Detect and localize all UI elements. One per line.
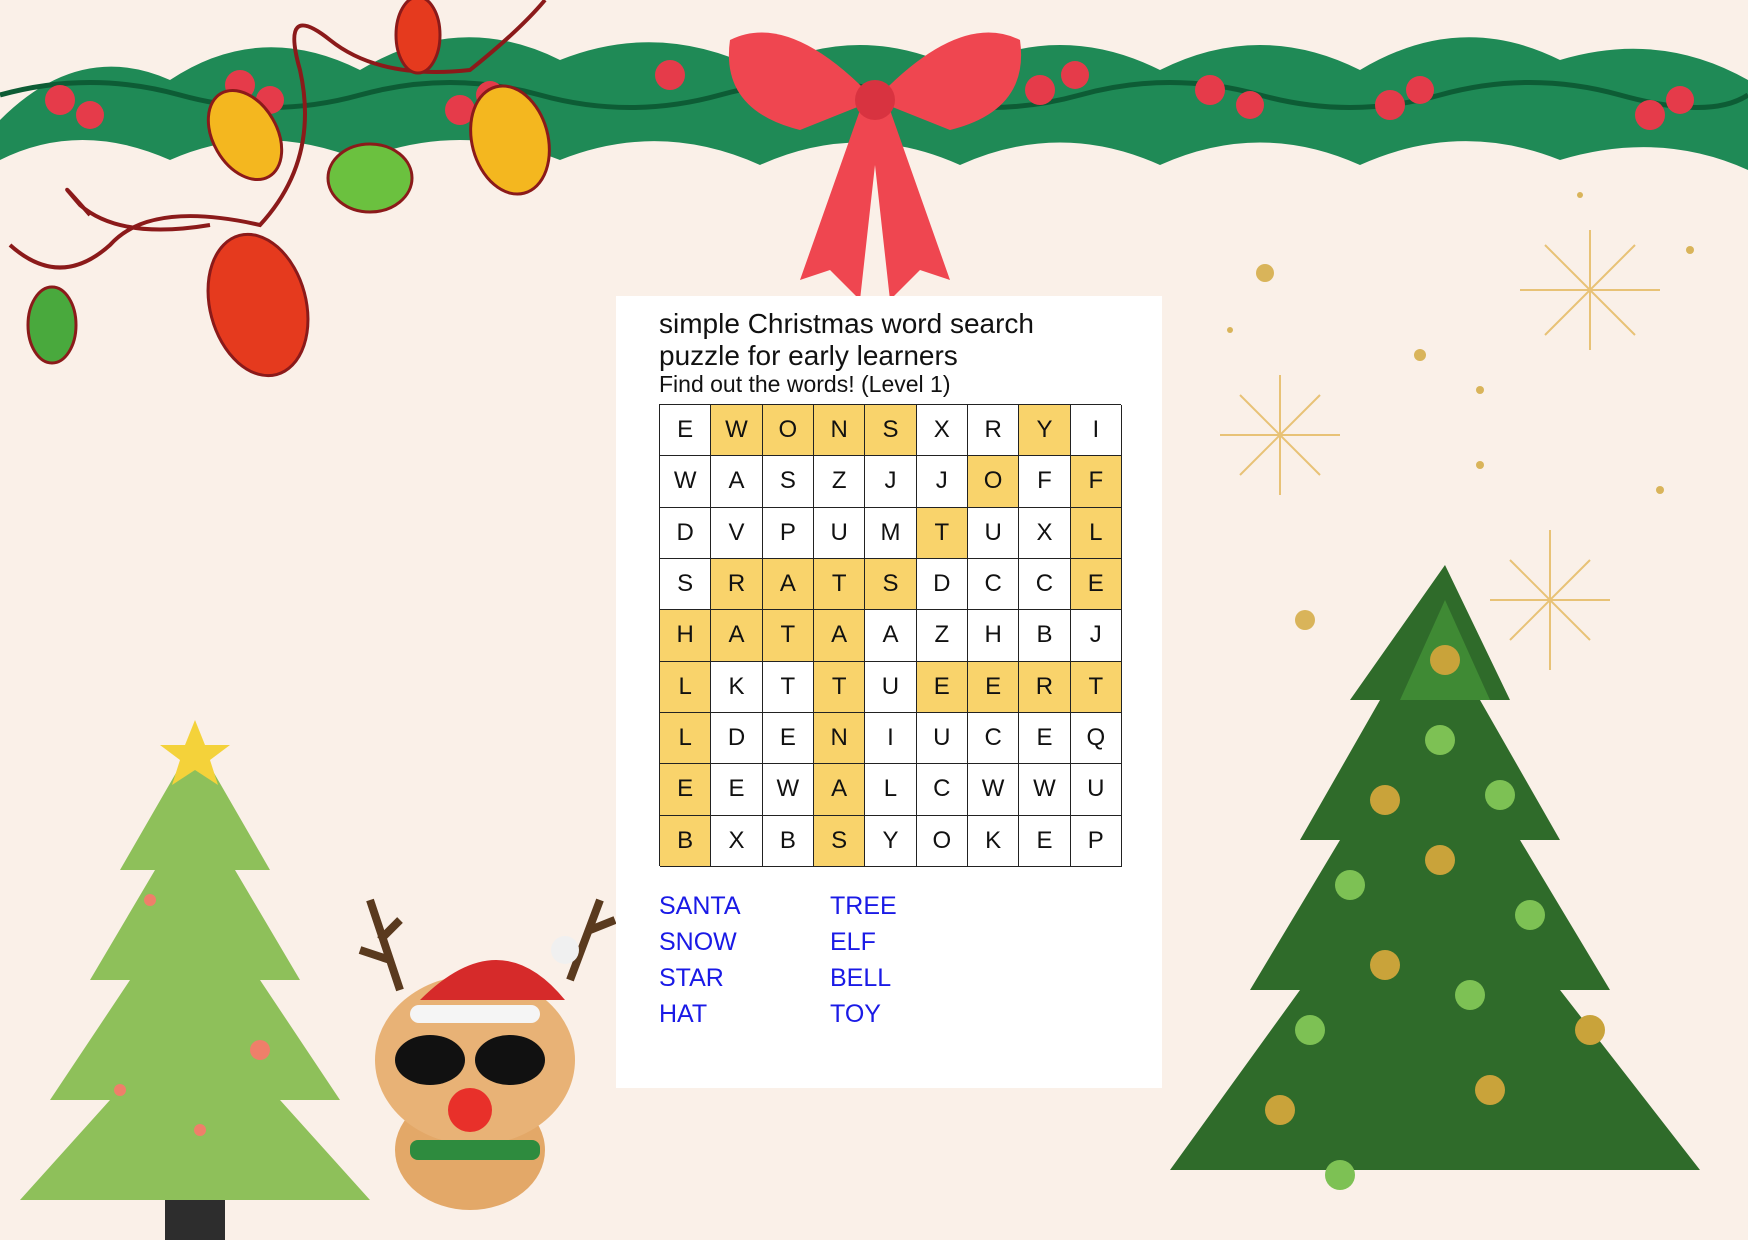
grid-cell: D <box>711 712 763 765</box>
grid-cell: B <box>1019 610 1071 662</box>
grid-cell: A <box>762 558 814 611</box>
grid-cell: W <box>762 764 814 816</box>
grid-cell: P <box>762 507 814 559</box>
grid-cell: J <box>865 456 917 508</box>
grid-cell: A <box>865 610 917 662</box>
grid-cell: U <box>967 507 1020 559</box>
grid-cell: T <box>1070 661 1122 713</box>
letter-grid: EWONSXRYIWASZJJOFFDVPUMTUXLSRATSDCCEHATA… <box>659 404 1122 867</box>
grid-cell: W <box>660 456 712 508</box>
grid-cell: S <box>762 456 814 508</box>
grid-cell: L <box>660 712 712 765</box>
grid-cell: E <box>916 661 968 713</box>
grid-cell: C <box>1019 558 1071 611</box>
grid-cell: Y <box>1019 405 1071 457</box>
grid-cell: P <box>1070 815 1122 867</box>
grid-cell: C <box>916 764 968 816</box>
grid-cell: L <box>865 764 917 816</box>
grid-cell: F <box>1019 456 1071 508</box>
grid-cell: Z <box>813 456 866 508</box>
grid-cell: T <box>813 558 866 611</box>
grid-cell: L <box>1070 507 1122 559</box>
grid-cell: E <box>1019 712 1071 765</box>
grid-cell: D <box>916 558 968 611</box>
word-list-item: STAR <box>659 964 724 992</box>
puzzle-title-line1: simple Christmas word search <box>659 308 1034 339</box>
puzzle-title-line2: puzzle for early learners <box>659 340 958 371</box>
grid-cell: L <box>660 661 712 713</box>
grid-cell: S <box>813 815 866 867</box>
grid-cell: E <box>711 764 763 816</box>
grid-cell: V <box>711 507 763 559</box>
grid-cell: E <box>660 405 712 457</box>
grid-cell: S <box>865 558 917 611</box>
decorated-christmas-tree-icon <box>1170 565 1700 1190</box>
grid-cell: H <box>967 610 1020 662</box>
grid-cell: I <box>1070 405 1122 457</box>
grid-cell: T <box>813 661 866 713</box>
grid-cell: N <box>813 405 866 457</box>
grid-cell: K <box>711 661 763 713</box>
grid-cell: U <box>916 712 968 765</box>
grid-cell: M <box>865 507 917 559</box>
word-list-item: TREE <box>830 892 897 920</box>
grid-cell: T <box>762 610 814 662</box>
grid-cell: T <box>916 507 968 559</box>
grid-cell: T <box>762 661 814 713</box>
grid-cell: E <box>1019 815 1071 867</box>
grid-cell: E <box>1070 558 1122 611</box>
grid-cell: W <box>1019 764 1071 816</box>
grid-cell: W <box>711 405 763 457</box>
grid-cell: Q <box>1070 712 1122 765</box>
grid-cell: U <box>865 661 917 713</box>
grid-cell: D <box>660 507 712 559</box>
grid-cell: S <box>660 558 712 611</box>
grid-cell: Z <box>916 610 968 662</box>
grid-cell: B <box>762 815 814 867</box>
grid-cell: R <box>1019 661 1071 713</box>
grid-cell: A <box>813 610 866 662</box>
grid-cell: A <box>711 610 763 662</box>
grid-cell: N <box>813 712 866 765</box>
grid-cell: J <box>1070 610 1122 662</box>
word-search-card: simple Christmas word search puzzle for … <box>616 296 1162 1088</box>
grid-cell: A <box>711 456 763 508</box>
word-list-item: SANTA <box>659 892 741 920</box>
grid-cell: C <box>967 558 1020 611</box>
word-list-item: HAT <box>659 1000 708 1028</box>
grid-cell: I <box>865 712 917 765</box>
word-list-item: SNOW <box>659 928 737 956</box>
grid-cell: U <box>813 507 866 559</box>
grid-cell: U <box>1070 764 1122 816</box>
grid-cell: O <box>967 456 1020 508</box>
grid-cell: Y <box>865 815 917 867</box>
cartoon-christmas-tree-icon <box>20 720 370 1240</box>
grid-cell: X <box>1019 507 1071 559</box>
puzzle-instructions: Find out the words! (Level 1) <box>659 371 951 397</box>
grid-cell: S <box>865 405 917 457</box>
word-list-item: TOY <box>830 1000 881 1028</box>
grid-cell: C <box>967 712 1020 765</box>
grid-cell: W <box>967 764 1020 816</box>
grid-cell: E <box>660 764 712 816</box>
grid-cell: R <box>967 405 1020 457</box>
word-list-item: ELF <box>830 928 876 956</box>
reindeer-icon <box>358 898 617 1210</box>
grid-cell: X <box>916 405 968 457</box>
grid-cell: X <box>711 815 763 867</box>
grid-cell: R <box>711 558 763 611</box>
grid-cell: B <box>660 815 712 867</box>
grid-cell: E <box>967 661 1020 713</box>
grid-cell: H <box>660 610 712 662</box>
grid-cell: O <box>916 815 968 867</box>
grid-cell: A <box>813 764 866 816</box>
grid-cell: J <box>916 456 968 508</box>
grid-cell: K <box>967 815 1020 867</box>
grid-cell: F <box>1070 456 1122 508</box>
word-list-item: BELL <box>830 964 892 992</box>
grid-cell: E <box>762 712 814 765</box>
grid-cell: O <box>762 405 814 457</box>
